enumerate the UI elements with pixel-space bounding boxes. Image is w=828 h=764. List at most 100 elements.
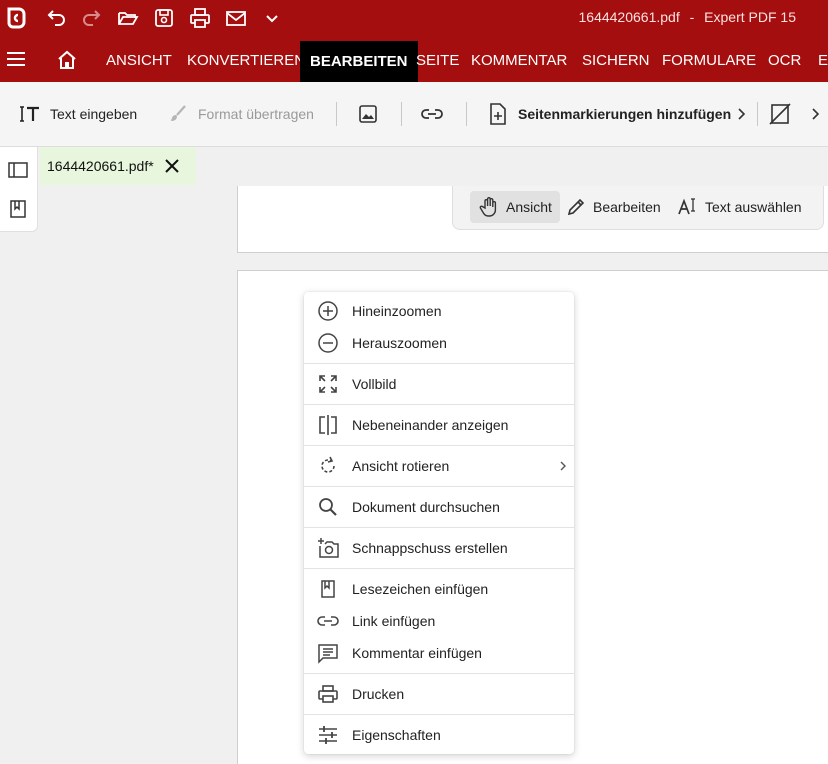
toolbar-divider [757, 102, 758, 126]
title-app-name: Expert PDF 15 [704, 9, 796, 25]
add-page-mark-icon [486, 102, 510, 126]
menu-item-label: Schnappschuss erstellen [352, 540, 508, 556]
menu-item-kommentar[interactable]: Kommentar einfügen [304, 637, 574, 669]
menu-item-label: Drucken [352, 686, 405, 702]
menu-divider [304, 527, 574, 528]
menu-item-schnappschuss[interactable]: Schnappschuss erstellen [304, 532, 574, 564]
search-icon [316, 495, 340, 519]
mode-bearbeiten-button[interactable]: Bearbeiten [557, 191, 669, 223]
sidebar-toggle-icon[interactable] [7, 159, 29, 181]
menu-item-label: Kommentar einfügen [352, 645, 482, 661]
menu-item-nebeneinander[interactable]: Nebeneinander anzeigen [304, 409, 574, 441]
text-eingeben-label: Text eingeben [50, 106, 138, 122]
menu-item-label: Ansicht rotieren [352, 458, 450, 474]
menu-item-drucken[interactable]: Drucken [304, 678, 574, 710]
title-bar: 1644420661.pdf - Expert PDF 15 [0, 0, 828, 36]
mail-icon[interactable] [222, 4, 250, 32]
mode-bearbeiten-label: Bearbeiten [593, 199, 661, 215]
menu-item-eigenschaften[interactable]: Eigenschaften [304, 719, 574, 751]
mode-ansicht-label: Ansicht [506, 199, 552, 215]
chevron-right-icon [558, 459, 568, 473]
side-panel [0, 147, 38, 232]
open-folder-icon[interactable] [114, 4, 142, 32]
bookmark-panel-icon[interactable] [7, 198, 29, 220]
properties-icon [316, 723, 340, 747]
home-icon[interactable] [56, 49, 78, 71]
tab-kommentar[interactable]: KOMMENTAR [471, 36, 567, 82]
menu-divider [304, 404, 574, 405]
redo-icon[interactable] [78, 4, 106, 32]
menu-divider [304, 486, 574, 487]
insert-link-button[interactable] [420, 100, 452, 128]
zoom-out-icon [316, 331, 340, 355]
context-menu: Hineinzoomen Herauszoomen Vollbild Neben… [304, 292, 574, 754]
tab-formulare[interactable]: FORMULARE [662, 36, 756, 82]
menu-item-label: Herauszoomen [352, 335, 447, 351]
chevron-down-icon[interactable] [258, 4, 286, 32]
format-uebertragen-label: Format übertragen [198, 106, 314, 122]
menu-divider [304, 673, 574, 674]
menu-item-label: Vollbild [352, 376, 397, 392]
snapshot-icon [316, 536, 340, 560]
page-slash-icon [768, 102, 792, 126]
fullscreen-icon [316, 372, 340, 396]
image-icon [356, 102, 380, 126]
hand-icon [478, 196, 500, 218]
app-logo-icon[interactable] [2, 4, 30, 32]
menu-item-label: Link einfügen [352, 613, 436, 629]
title-separator: - [689, 9, 695, 25]
side-by-side-icon [316, 413, 340, 437]
text-eingeben-button[interactable]: Text eingeben [18, 100, 137, 128]
hamburger-menu-icon[interactable] [6, 49, 26, 69]
document-tab-label: 1644420661.pdf* [47, 158, 154, 174]
toolbar-divider [336, 102, 337, 126]
menu-divider [304, 363, 574, 364]
menu-item-label: Hineinzoomen [352, 303, 442, 319]
tab-ocr[interactable]: OCR [768, 36, 801, 82]
mode-text-auswaehlen-button[interactable]: Text auswählen [669, 191, 810, 223]
menu-item-hineinzoomen[interactable]: Hineinzoomen [304, 295, 574, 327]
menu-divider [304, 714, 574, 715]
menu-item-label: Nebeneinander anzeigen [352, 417, 509, 433]
menu-item-dokument-durchsuchen[interactable]: Dokument durchsuchen [304, 491, 574, 523]
tab-seite[interactable]: SEITE [416, 36, 459, 82]
toolbar-overflow-button[interactable] [810, 100, 820, 128]
menu-item-label: Dokument durchsuchen [352, 499, 500, 515]
menu-item-lesezeichen[interactable]: Lesezeichen einfügen [304, 573, 574, 605]
mode-ansicht-button[interactable]: Ansicht [470, 191, 560, 223]
menu-item-label: Eigenschaften [352, 727, 441, 743]
toolbar-divider [466, 102, 467, 126]
close-icon[interactable] [164, 158, 180, 174]
toolbar-divider [401, 102, 402, 126]
print-icon[interactable] [186, 4, 214, 32]
title-filename: 1644420661.pdf [578, 9, 680, 25]
zoom-in-icon [316, 299, 340, 323]
window-title: 1644420661.pdf - Expert PDF 15 [573, 9, 797, 25]
pencil-icon [565, 196, 587, 218]
mode-bar: Ansicht Bearbeiten Text auswählen [452, 186, 824, 230]
menu-item-vollbild[interactable]: Vollbild [304, 368, 574, 400]
tab-bearbeiten[interactable]: BEARBEITEN [300, 41, 418, 82]
document-tab[interactable]: 1644420661.pdf* [40, 147, 196, 185]
tab-konvertieren[interactable]: KONVERTIEREN [187, 36, 305, 82]
ribbon-tab-bar: ANSICHT KONVERTIEREN BEARBEITEN SEITE KO… [0, 36, 828, 82]
undo-icon[interactable] [42, 4, 70, 32]
chevron-right-icon [810, 107, 820, 121]
mode-text-auswaehlen-label: Text auswählen [705, 199, 802, 215]
toolbar-scroll-right-button[interactable] [736, 100, 746, 128]
text-select-icon [677, 196, 699, 218]
insert-image-button[interactable] [356, 100, 388, 128]
bookmark-icon [316, 577, 340, 601]
comment-icon [316, 641, 340, 665]
tab-overflow[interactable]: E- [818, 36, 828, 82]
tab-ansicht[interactable]: ANSICHT [106, 36, 172, 82]
tab-sichern[interactable]: SICHERN [582, 36, 650, 82]
menu-item-link-einfuegen[interactable]: Link einfügen [304, 605, 574, 637]
menu-item-ansicht-rotieren[interactable]: Ansicht rotieren [304, 450, 574, 482]
format-uebertragen-button[interactable]: Format übertragen [166, 100, 314, 128]
save-icon[interactable] [150, 4, 178, 32]
no-format-button[interactable] [768, 100, 800, 128]
paintbrush-icon [166, 102, 190, 126]
menu-item-herauszoomen[interactable]: Herauszoomen [304, 327, 574, 359]
seitenmarkierungen-button[interactable]: Seitenmarkierungen hinzufügen [486, 100, 731, 128]
